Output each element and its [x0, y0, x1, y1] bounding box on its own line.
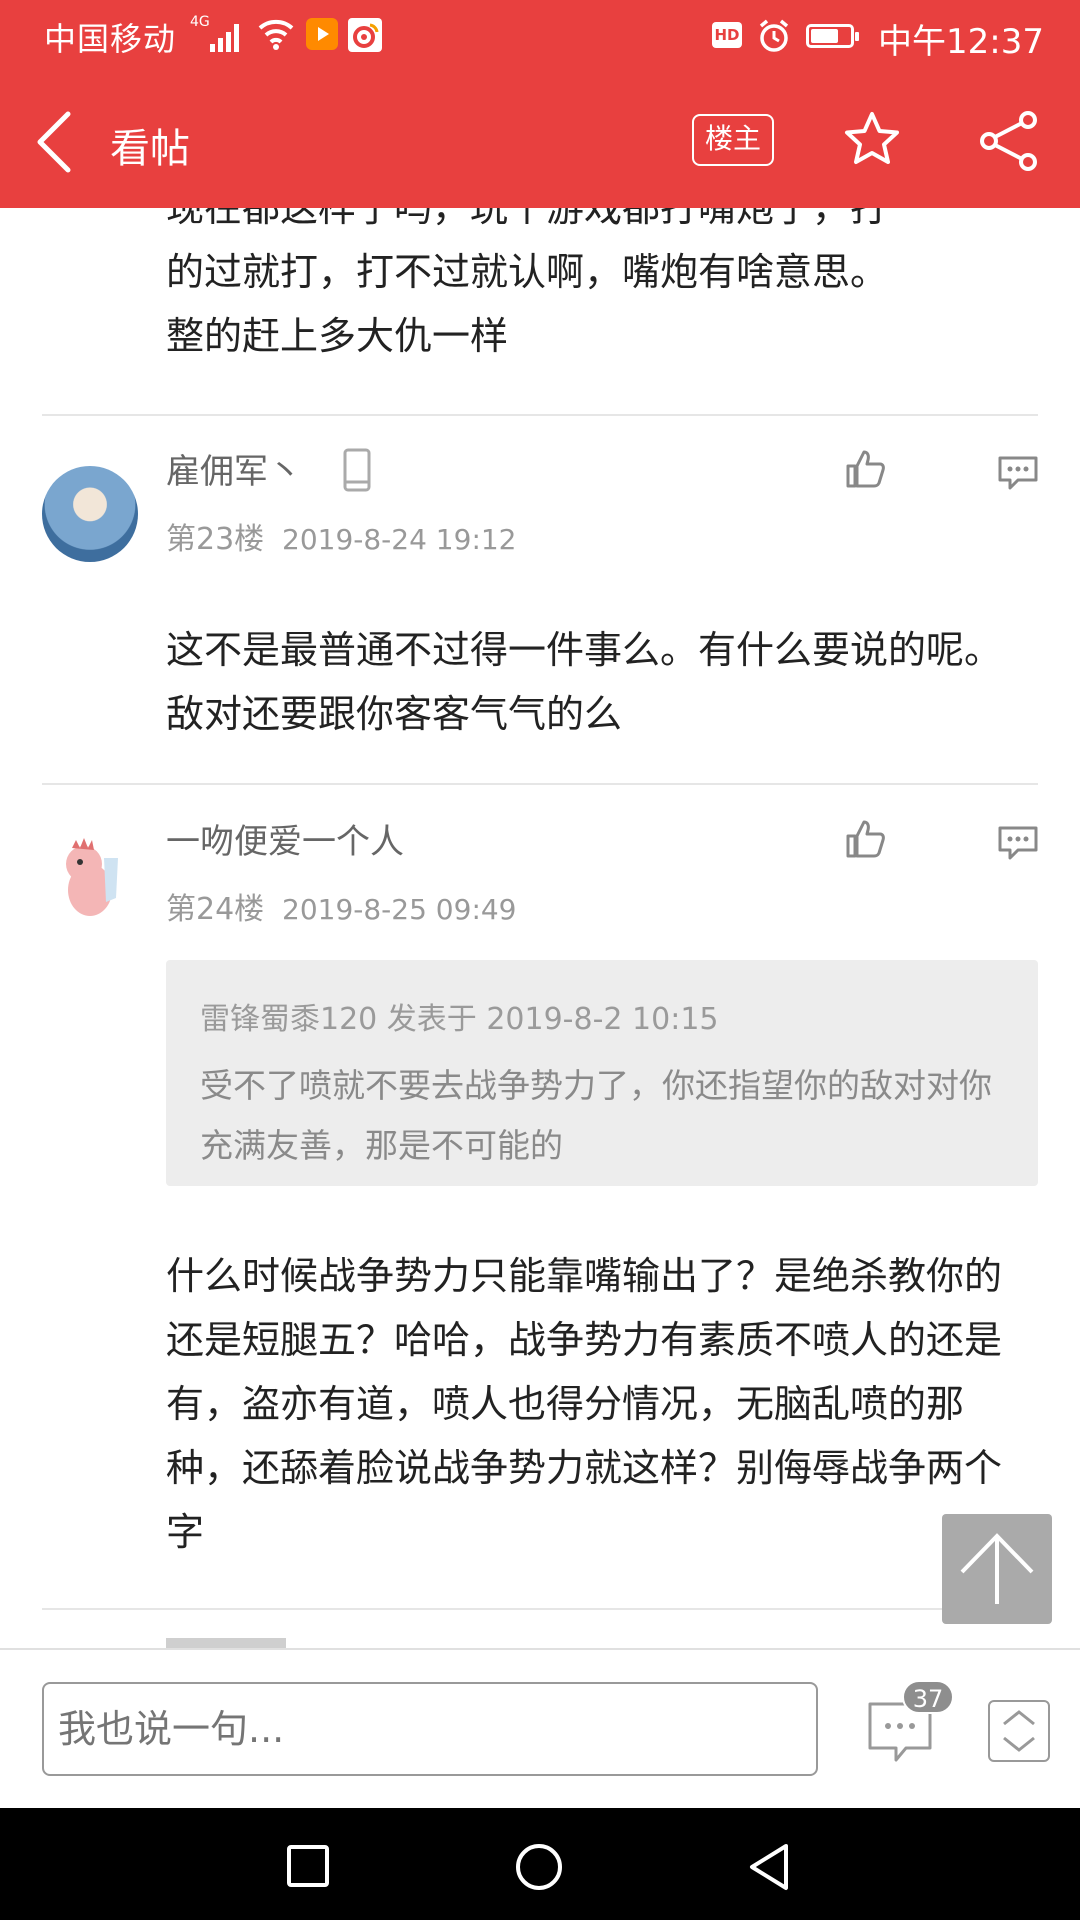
post-author[interactable]: 雇佣军丶 — [166, 444, 302, 493]
post-content: 这不是最普通不过得一件事么。有什么要说的呢。敌对还要跟你客客气气的么 — [166, 628, 1003, 736]
post-meta: 第23楼 2019-8-24 19:12 — [166, 514, 517, 558]
post-meta: 第24楼 2019-8-25 09:49 — [166, 884, 517, 928]
quoted-post[interactable]: 雷锋蜀黍120 发表于 2019-8-2 10:15 受不了喷就不要去战争势力了… — [166, 960, 1038, 1186]
clock: 中午12:37 — [878, 22, 1044, 62]
avatar[interactable] — [42, 466, 138, 562]
post-content: 什么时候战争势力只能靠嘴输出了？是绝杀教你的还是短腿五？哈哈，战争势力有素质不喷… — [166, 1254, 1003, 1554]
recents-icon[interactable] — [286, 1844, 330, 1888]
home-icon[interactable] — [514, 1842, 564, 1892]
reply-icon[interactable] — [996, 454, 1040, 492]
battery-level — [811, 29, 838, 43]
post-divider — [42, 783, 1038, 785]
post-date: 2019-8-25 09:49 — [282, 893, 517, 926]
hd-indicator: HD — [712, 22, 742, 48]
signal-icon — [210, 22, 242, 52]
post-divider — [42, 1608, 1038, 1610]
video-app-icon — [306, 18, 338, 50]
nav-bar: 看帖 楼主 — [0, 74, 1080, 208]
alarm-icon — [759, 19, 789, 52]
status-bar: 中国移动 4G HD 中午12:37 — [0, 0, 1080, 74]
only-op-button[interactable]: 楼主 — [692, 114, 774, 166]
like-icon[interactable] — [844, 448, 886, 490]
wifi-icon — [258, 19, 294, 50]
scroll-to-top-button[interactable] — [942, 1514, 1052, 1624]
post-author[interactable]: 一吻便爱一个人 — [166, 814, 404, 863]
share-icon[interactable] — [978, 110, 1040, 172]
post-date: 2019-8-24 19:12 — [282, 523, 517, 556]
back-icon[interactable] — [30, 102, 80, 182]
floor-number: 第23楼 — [166, 522, 265, 557]
post-divider — [42, 414, 1038, 416]
post-list[interactable]: 现在都这样了吗，玩个游戏都打嘴炮了，打 的过就打，打不过就认啊，嘴炮有啥意思。 … — [0, 208, 1080, 1648]
network-type-label: 4G — [190, 14, 210, 30]
reply-icon[interactable] — [996, 824, 1040, 862]
reply-bar: 37 — [0, 1648, 1080, 1808]
system-nav-bar — [0, 1808, 1080, 1920]
next-post-peek — [166, 1638, 286, 1648]
reply-input[interactable] — [42, 1682, 818, 1776]
avatar[interactable] — [42, 828, 138, 924]
app-header: 中国移动 4G HD 中午12:37 看帖 楼主 — [0, 0, 1080, 208]
arrow-up-icon — [960, 1533, 1034, 1604]
weibo-app-icon — [348, 18, 382, 52]
comment-count-badge: 37 — [902, 1680, 954, 1714]
page-title: 看帖 — [110, 126, 190, 172]
previous-post-text: 现在都这样了吗，玩个游戏都打嘴炮了，打 的过就打，打不过就认啊，嘴炮有啥意思。 … — [166, 208, 889, 358]
quote-header: 雷锋蜀黍120 发表于 2019-8-2 10:15 — [200, 1002, 719, 1037]
page-navigation-button[interactable] — [988, 1700, 1050, 1762]
up-down-arrows-icon — [1003, 1710, 1035, 1752]
floor-number: 第24楼 — [166, 892, 265, 927]
like-icon[interactable] — [844, 818, 886, 860]
battery-icon — [806, 24, 859, 48]
favorite-star-icon[interactable] — [842, 110, 902, 170]
back-nav-icon[interactable] — [746, 1842, 792, 1892]
quote-text: 受不了喷就不要去战争势力了，你还指望你的敌对对你充满友善，那是不可能的 — [200, 1066, 992, 1165]
mobile-device-icon — [343, 448, 371, 492]
carrier-label: 中国移动 — [44, 20, 177, 58]
